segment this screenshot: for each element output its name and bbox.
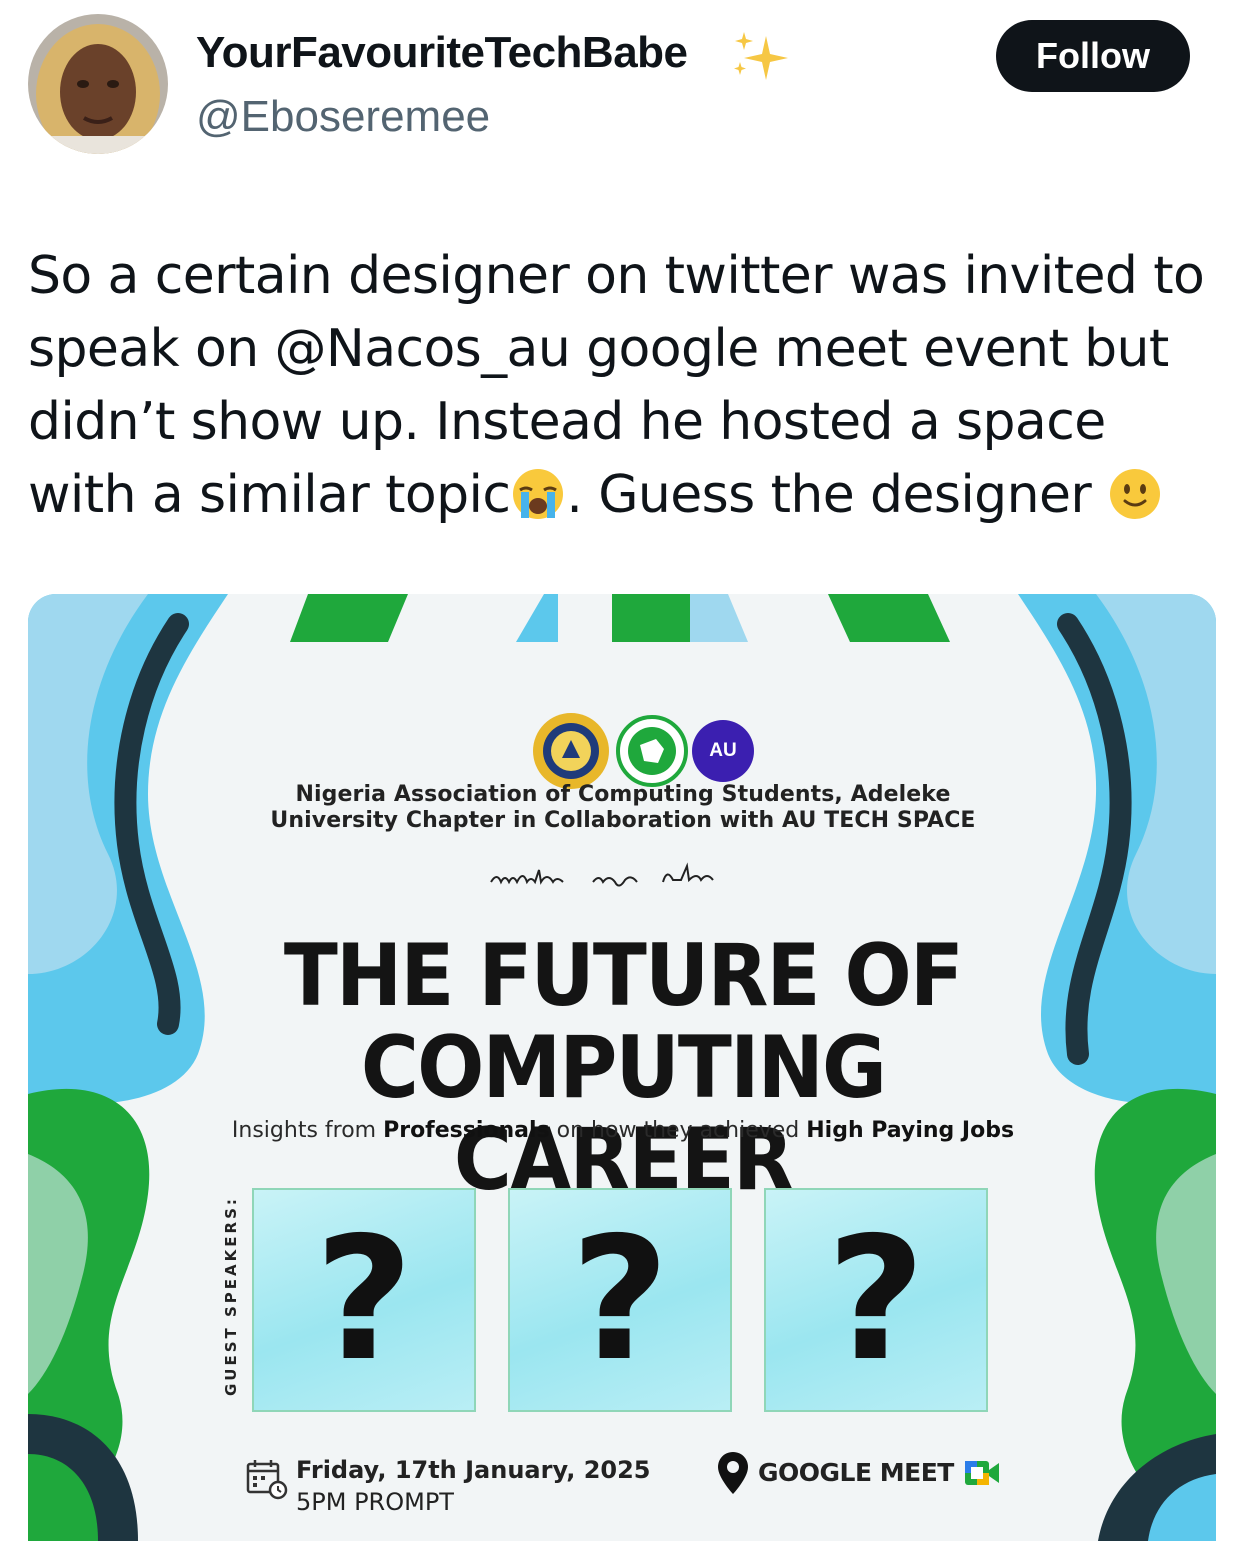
avatar[interactable] <box>28 14 168 154</box>
speaker-placeholder-card: ? <box>764 1188 988 1412</box>
tweet-text: So a certain designer on twitter was inv… <box>28 240 1228 532</box>
tagline-text: on how they achieved <box>549 1118 807 1143</box>
invites-you-to-script <box>490 862 714 887</box>
tweet-media-image[interactable]: AU Nigeria Association of Computing Stud… <box>28 594 1216 1541</box>
user-handle[interactable]: @Eboseremee <box>196 92 490 142</box>
organizer-line: Nigeria Association of Computing Student… <box>270 782 976 833</box>
display-name[interactable]: YourFavouriteTechBabe <box>196 28 688 78</box>
speaker-placeholder-card: ? <box>508 1188 732 1412</box>
sparkles-icon <box>734 32 788 80</box>
follow-button[interactable]: Follow <box>996 20 1190 92</box>
event-title: THE FUTURE OF COMPUTING CAREER <box>283 926 964 1210</box>
event-tagline: Insights from Professionals on how they … <box>188 1118 1058 1143</box>
event-date: Friday, 17th January, 2025 <box>296 1456 651 1484</box>
event-time: 5PM PROMPT <box>296 1488 454 1516</box>
au-tech-space-logo: AU <box>692 720 754 782</box>
slightly-smiling-face-icon <box>1110 469 1161 519</box>
tagline-text: Insights from <box>231 1118 384 1143</box>
speaker-placeholder-card: ? <box>252 1188 476 1412</box>
tagline-bold: Professionals <box>383 1118 550 1143</box>
calendar-clock-icon <box>246 1460 288 1500</box>
adeleke-university-seal-icon <box>533 713 609 789</box>
nacos-logo-icon <box>616 715 688 787</box>
location-pin-icon <box>718 1452 748 1494</box>
tweet-header: YourFavouriteTechBabe @Eboseremee Follow <box>0 0 1242 200</box>
tagline-bold: High Paying Jobs <box>806 1118 1015 1143</box>
loudly-crying-face-icon <box>513 469 564 519</box>
tweet-text-part2: . Guess the designer <box>566 465 1108 525</box>
guest-speakers-label: GUEST SPEAKERS: <box>222 1196 240 1396</box>
event-venue: GOOGLE MEET <box>758 1458 954 1487</box>
google-meet-icon <box>965 1461 999 1485</box>
